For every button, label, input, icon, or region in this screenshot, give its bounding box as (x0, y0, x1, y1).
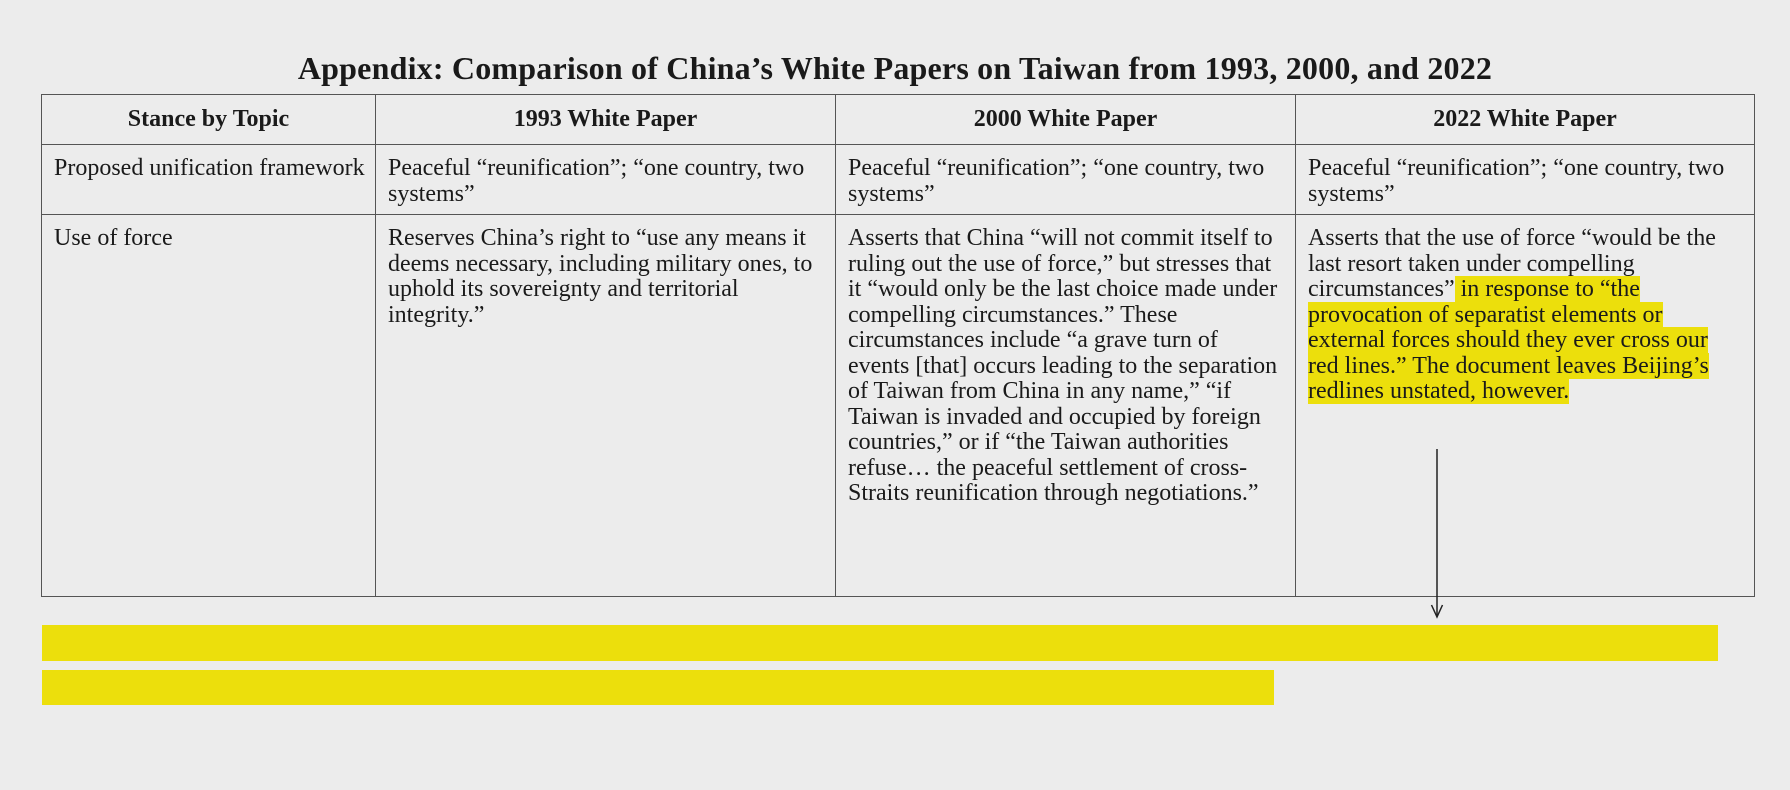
topic-cell: Use of force (41, 214, 376, 597)
page-title: Appendix: Comparison of China’s White Pa… (297, 50, 1493, 86)
column-header-2022: 2022 White Paper (1295, 94, 1755, 145)
column-header-1993: 1993 White Paper (375, 94, 836, 145)
table-header-row: Stance by Topic 1993 White Paper 2000 Wh… (41, 94, 1755, 145)
cell-2022: Peaceful “reunification”; “one country, … (1295, 144, 1755, 215)
redaction-bar (42, 625, 1718, 661)
cell-2000: Asserts that China “will not commit itse… (835, 214, 1296, 597)
table-row: Use of force Reserves China’s right to “… (41, 214, 1755, 597)
cell-2000: Peaceful “reunification”; “one country, … (835, 144, 1296, 215)
cell-1993: Peaceful “reunification”; “one country, … (375, 144, 836, 215)
comparison-table: Stance by Topic 1993 White Paper 2000 Wh… (41, 94, 1755, 597)
redaction-bar (42, 670, 1274, 705)
cell-2022: Asserts that the use of force “would be … (1295, 214, 1755, 597)
column-header-topic: Stance by Topic (41, 94, 376, 145)
cell-1993: Reserves China’s right to “use any means… (375, 214, 836, 597)
topic-cell: Proposed unification framework (41, 144, 376, 215)
down-arrow-icon (1430, 449, 1444, 619)
table-row: Proposed unification framework Peaceful … (41, 144, 1755, 215)
column-header-2000: 2000 White Paper (835, 94, 1296, 145)
